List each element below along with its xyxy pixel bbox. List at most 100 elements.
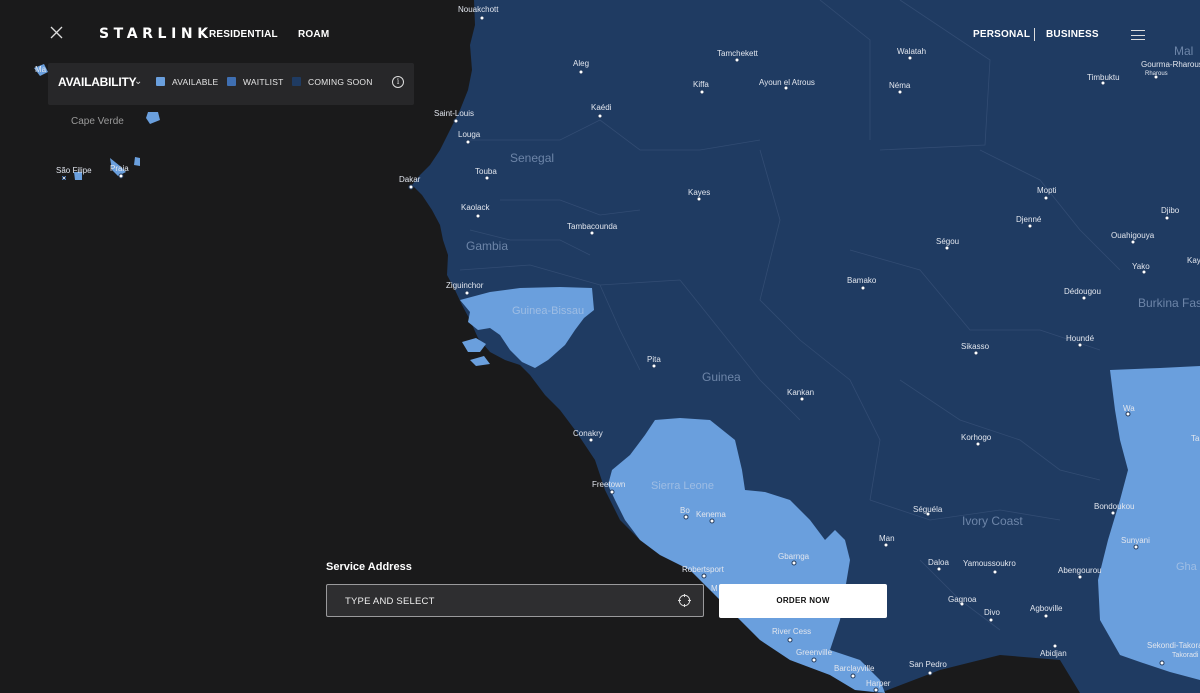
city-label: Houndé bbox=[1066, 334, 1095, 343]
city-label: Kankan bbox=[787, 388, 814, 397]
city-dot bbox=[1130, 239, 1136, 245]
city-label: Barclayville bbox=[834, 664, 875, 673]
city-label: Divo bbox=[984, 608, 1001, 617]
city-dot bbox=[464, 290, 470, 296]
city-label: Praia bbox=[110, 164, 129, 173]
city-dot bbox=[699, 89, 705, 95]
legend-title[interactable]: AVAILABILITY bbox=[58, 75, 137, 89]
city-dot bbox=[1110, 510, 1116, 516]
city-dot bbox=[465, 139, 471, 145]
city-dot bbox=[992, 569, 998, 575]
city-label: Sekondi-Takoradi bbox=[1147, 641, 1200, 650]
legend-label-waitlist: WAITLIST bbox=[243, 77, 284, 87]
order-now-button[interactable]: ORDER NOW bbox=[719, 584, 887, 618]
city-label: Agboville bbox=[1030, 604, 1063, 613]
service-address-placeholder: TYPE AND SELECT bbox=[345, 596, 435, 607]
city-label: Ségou bbox=[936, 237, 959, 246]
city-dot bbox=[701, 573, 707, 579]
city-dot bbox=[588, 437, 594, 443]
city-label: Abidjan bbox=[1040, 649, 1067, 658]
city-dot bbox=[484, 175, 490, 181]
city-label: Yako bbox=[1132, 262, 1150, 271]
service-address-input[interactable]: TYPE AND SELECT bbox=[326, 584, 704, 617]
city-label: Bondoukou bbox=[1094, 502, 1134, 511]
city-label: Aleg bbox=[573, 59, 589, 68]
brand-logo[interactable]: STARLINK bbox=[99, 26, 213, 42]
nav-roam[interactable]: ROAM bbox=[298, 29, 329, 40]
city-label: Sunyani bbox=[1121, 536, 1150, 545]
nav-residential[interactable]: RESIDENTIAL bbox=[209, 29, 278, 40]
city-label: Mopti bbox=[1037, 186, 1057, 195]
city-label: Kaédi bbox=[591, 103, 612, 112]
city-label: Ta bbox=[1191, 434, 1200, 443]
legend-swatch-coming-soon bbox=[292, 77, 301, 86]
city-dot bbox=[1159, 660, 1165, 666]
city-label: Abengourou bbox=[1058, 566, 1102, 575]
city-label: Ayoun el Atrous bbox=[759, 78, 815, 87]
city-dot bbox=[475, 213, 481, 219]
city-label: Gagnoa bbox=[948, 595, 977, 604]
availability-legend: AVAILABILITY ⌄ AVAILABLE WAITLIST COMING… bbox=[48, 63, 414, 105]
city-label: Gbarnga bbox=[778, 552, 810, 561]
city-label: Kenema bbox=[696, 510, 726, 519]
city-dot bbox=[1081, 295, 1087, 301]
city-dot bbox=[609, 489, 615, 495]
city-dot bbox=[787, 637, 793, 643]
country-label: Senegal bbox=[510, 151, 554, 165]
city-label: River Cess bbox=[772, 627, 811, 636]
nav-personal[interactable]: PERSONAL bbox=[973, 29, 1030, 40]
country-label: Cape Verde bbox=[71, 116, 124, 127]
city-label: Man bbox=[879, 534, 895, 543]
city-dot bbox=[799, 396, 805, 402]
city-dot bbox=[1052, 643, 1058, 649]
legend-label-available: AVAILABLE bbox=[172, 77, 219, 87]
nav-business[interactable]: BUSINESS bbox=[1046, 29, 1099, 40]
city-label: Conakry bbox=[573, 429, 603, 438]
city-dot bbox=[860, 285, 866, 291]
city-label: Harper bbox=[866, 679, 891, 688]
city-label: Greenville bbox=[796, 648, 833, 657]
locate-icon[interactable] bbox=[678, 594, 691, 607]
menu-icon[interactable] bbox=[1131, 30, 1145, 40]
city-dot bbox=[1077, 342, 1083, 348]
city-label: Kaolack bbox=[461, 203, 490, 212]
country-label: Burkina Fas bbox=[1138, 296, 1200, 310]
city-dot bbox=[118, 173, 124, 179]
city-label: Ziguinchor bbox=[446, 281, 484, 290]
city-dot bbox=[62, 176, 66, 180]
city-dot bbox=[791, 560, 797, 566]
city-dot bbox=[850, 673, 856, 679]
city-label-continuation: Takoradi bbox=[1172, 652, 1199, 659]
city-dot bbox=[479, 15, 485, 21]
city-label: Kay bbox=[1187, 256, 1200, 265]
country-label: Gambia bbox=[466, 239, 508, 253]
city-dot bbox=[973, 350, 979, 356]
city-dot bbox=[1133, 544, 1139, 550]
city-label: Djenné bbox=[1016, 215, 1042, 224]
city-label: Nouakchott bbox=[458, 5, 499, 14]
city-dot bbox=[1043, 195, 1049, 201]
country-label: Sierra Leone bbox=[651, 480, 714, 492]
city-label: Freetown bbox=[592, 480, 625, 489]
city-dot bbox=[408, 184, 414, 190]
city-label: Robertsport bbox=[682, 565, 725, 574]
city-label: Timbuktu bbox=[1087, 73, 1120, 82]
city-label: Korhogo bbox=[961, 433, 992, 442]
country-label: Gha bbox=[1176, 561, 1198, 573]
city-label: Sikasso bbox=[961, 342, 990, 351]
city-label: Ma bbox=[35, 65, 47, 74]
city-label: Yamoussoukro bbox=[963, 559, 1016, 568]
city-label: Wa bbox=[1123, 404, 1135, 413]
city-label: Séguéla bbox=[913, 505, 943, 514]
city-label: San Pedro bbox=[909, 660, 947, 669]
city-label: Daloa bbox=[928, 558, 949, 567]
city-label: Djibo bbox=[1161, 206, 1180, 215]
chevron-down-icon[interactable]: ⌄ bbox=[134, 76, 142, 87]
city-dot bbox=[936, 566, 942, 572]
city-label: Kayes bbox=[688, 188, 710, 197]
city-label: Gourma-Rharous bbox=[1141, 60, 1200, 69]
info-icon[interactable]: i bbox=[392, 76, 404, 88]
close-icon[interactable] bbox=[50, 26, 63, 39]
country-label: Ivory Coast bbox=[962, 514, 1023, 528]
city-label: Dédougou bbox=[1064, 287, 1101, 296]
